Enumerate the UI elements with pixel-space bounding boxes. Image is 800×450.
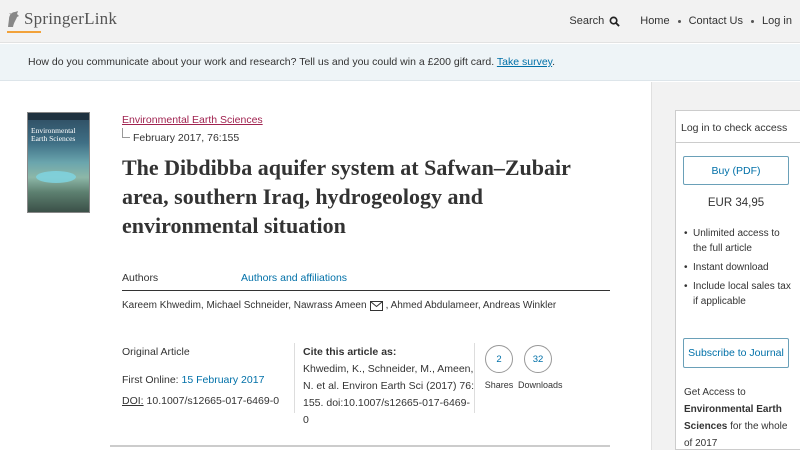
logo-brand: Springer — [24, 9, 85, 28]
springerlink-logo[interactable]: SpringerLink — [5, 9, 117, 29]
get-access-pre: Get Access to — [684, 387, 746, 398]
benefit-item: Include local sales tax if applicable — [684, 279, 794, 309]
author-tabs: Authors Authors and affiliations — [122, 272, 610, 291]
first-online: First Online: 15 February 2017 — [122, 374, 264, 386]
section-divider — [110, 445, 610, 447]
first-online-date: 15 February 2017 — [181, 374, 265, 386]
logo-accent-bar — [7, 31, 41, 33]
citation-text: Khwedim, K., Schneider, M., Ameen, N. et… — [303, 363, 474, 426]
logo-wordmark: SpringerLink — [24, 9, 117, 29]
downloads-count: 32 — [524, 345, 552, 373]
site-header: SpringerLink Search Home Contact Us Log … — [0, 0, 800, 43]
survey-period: . — [552, 56, 556, 68]
issue-info: February 2017, 76:155 — [133, 132, 240, 144]
subscribe-button[interactable]: Subscribe to Journal — [683, 338, 789, 368]
logo-suffix: Link — [84, 9, 118, 28]
shares-metric[interactable]: 2 Shares — [484, 345, 514, 390]
tab-authors[interactable]: Authors — [122, 272, 158, 284]
mail-icon[interactable] — [369, 300, 383, 311]
cover-title: Environmental Earth Sciences — [31, 126, 76, 143]
survey-message: How do you communicate about your work a… — [28, 56, 495, 68]
cover-top-bar — [28, 113, 89, 120]
doi-value: 10.1007/s12665-017-6469-0 — [146, 395, 280, 407]
first-online-label: First Online: — [122, 374, 179, 386]
tab-authors-affiliations[interactable]: Authors and affiliations — [241, 272, 347, 284]
article-type: Original Article — [122, 346, 190, 358]
benefit-item: Instant download — [684, 260, 794, 275]
downloads-metric[interactable]: 32 Downloads — [518, 345, 563, 390]
shares-count: 2 — [485, 345, 513, 373]
springer-horse-icon — [5, 9, 21, 29]
cover-photo-water — [36, 171, 76, 183]
shares-label: Shares — [484, 380, 514, 390]
journal-link[interactable]: Environmental Earth Sciences — [122, 114, 263, 126]
doi: DOI: 10.1007/s12665-017-6469-0 — [122, 395, 279, 407]
survey-banner: How do you communicate about your work a… — [0, 44, 800, 81]
author-names-first[interactable]: Kareem Khwedim, Michael Schneider, Nawra… — [122, 300, 367, 311]
access-title[interactable]: Log in to check access — [681, 122, 787, 134]
author-list: Kareem Khwedim, Michael Schneider, Nawra… — [122, 300, 556, 311]
benefit-item: Unlimited access to the full article — [684, 226, 794, 256]
downloads-label: Downloads — [518, 380, 563, 390]
column-divider — [294, 343, 295, 413]
price: EUR 34,95 — [707, 197, 765, 209]
issue-bracket — [122, 128, 130, 138]
author-names-rest[interactable]: , Ahmed Abdulameer, Andreas Winkler — [386, 300, 557, 311]
purchase-benefits: Unlimited access to the full article Ins… — [684, 226, 794, 313]
access-divider — [675, 142, 800, 143]
journal-cover[interactable]: Environmental Earth Sciences — [27, 112, 90, 213]
nav-contact-us[interactable]: Contact Us — [681, 15, 751, 27]
doi-label: DOI: — [122, 395, 144, 407]
top-nav: Search Home Contact Us Log in — [569, 13, 800, 29]
get-access-text: Get Access to Environmental Earth Scienc… — [684, 384, 796, 450]
take-survey-link[interactable]: Take survey — [497, 56, 552, 68]
nav-home[interactable]: Home — [632, 15, 677, 27]
article-title: The Dibdibba aquifer system at Safwan–Zu… — [122, 155, 571, 238]
buy-pdf-button[interactable]: Buy (PDF) — [683, 156, 789, 185]
survey-banner-text: How do you communicate about your work a… — [28, 56, 555, 68]
column-divider — [474, 343, 475, 413]
search-link[interactable]: Search — [569, 15, 620, 27]
search-label: Search — [569, 15, 605, 27]
nav-log-in[interactable]: Log in — [754, 15, 800, 27]
cite-heading: Cite this article as: — [303, 346, 397, 358]
search-icon — [609, 16, 620, 27]
